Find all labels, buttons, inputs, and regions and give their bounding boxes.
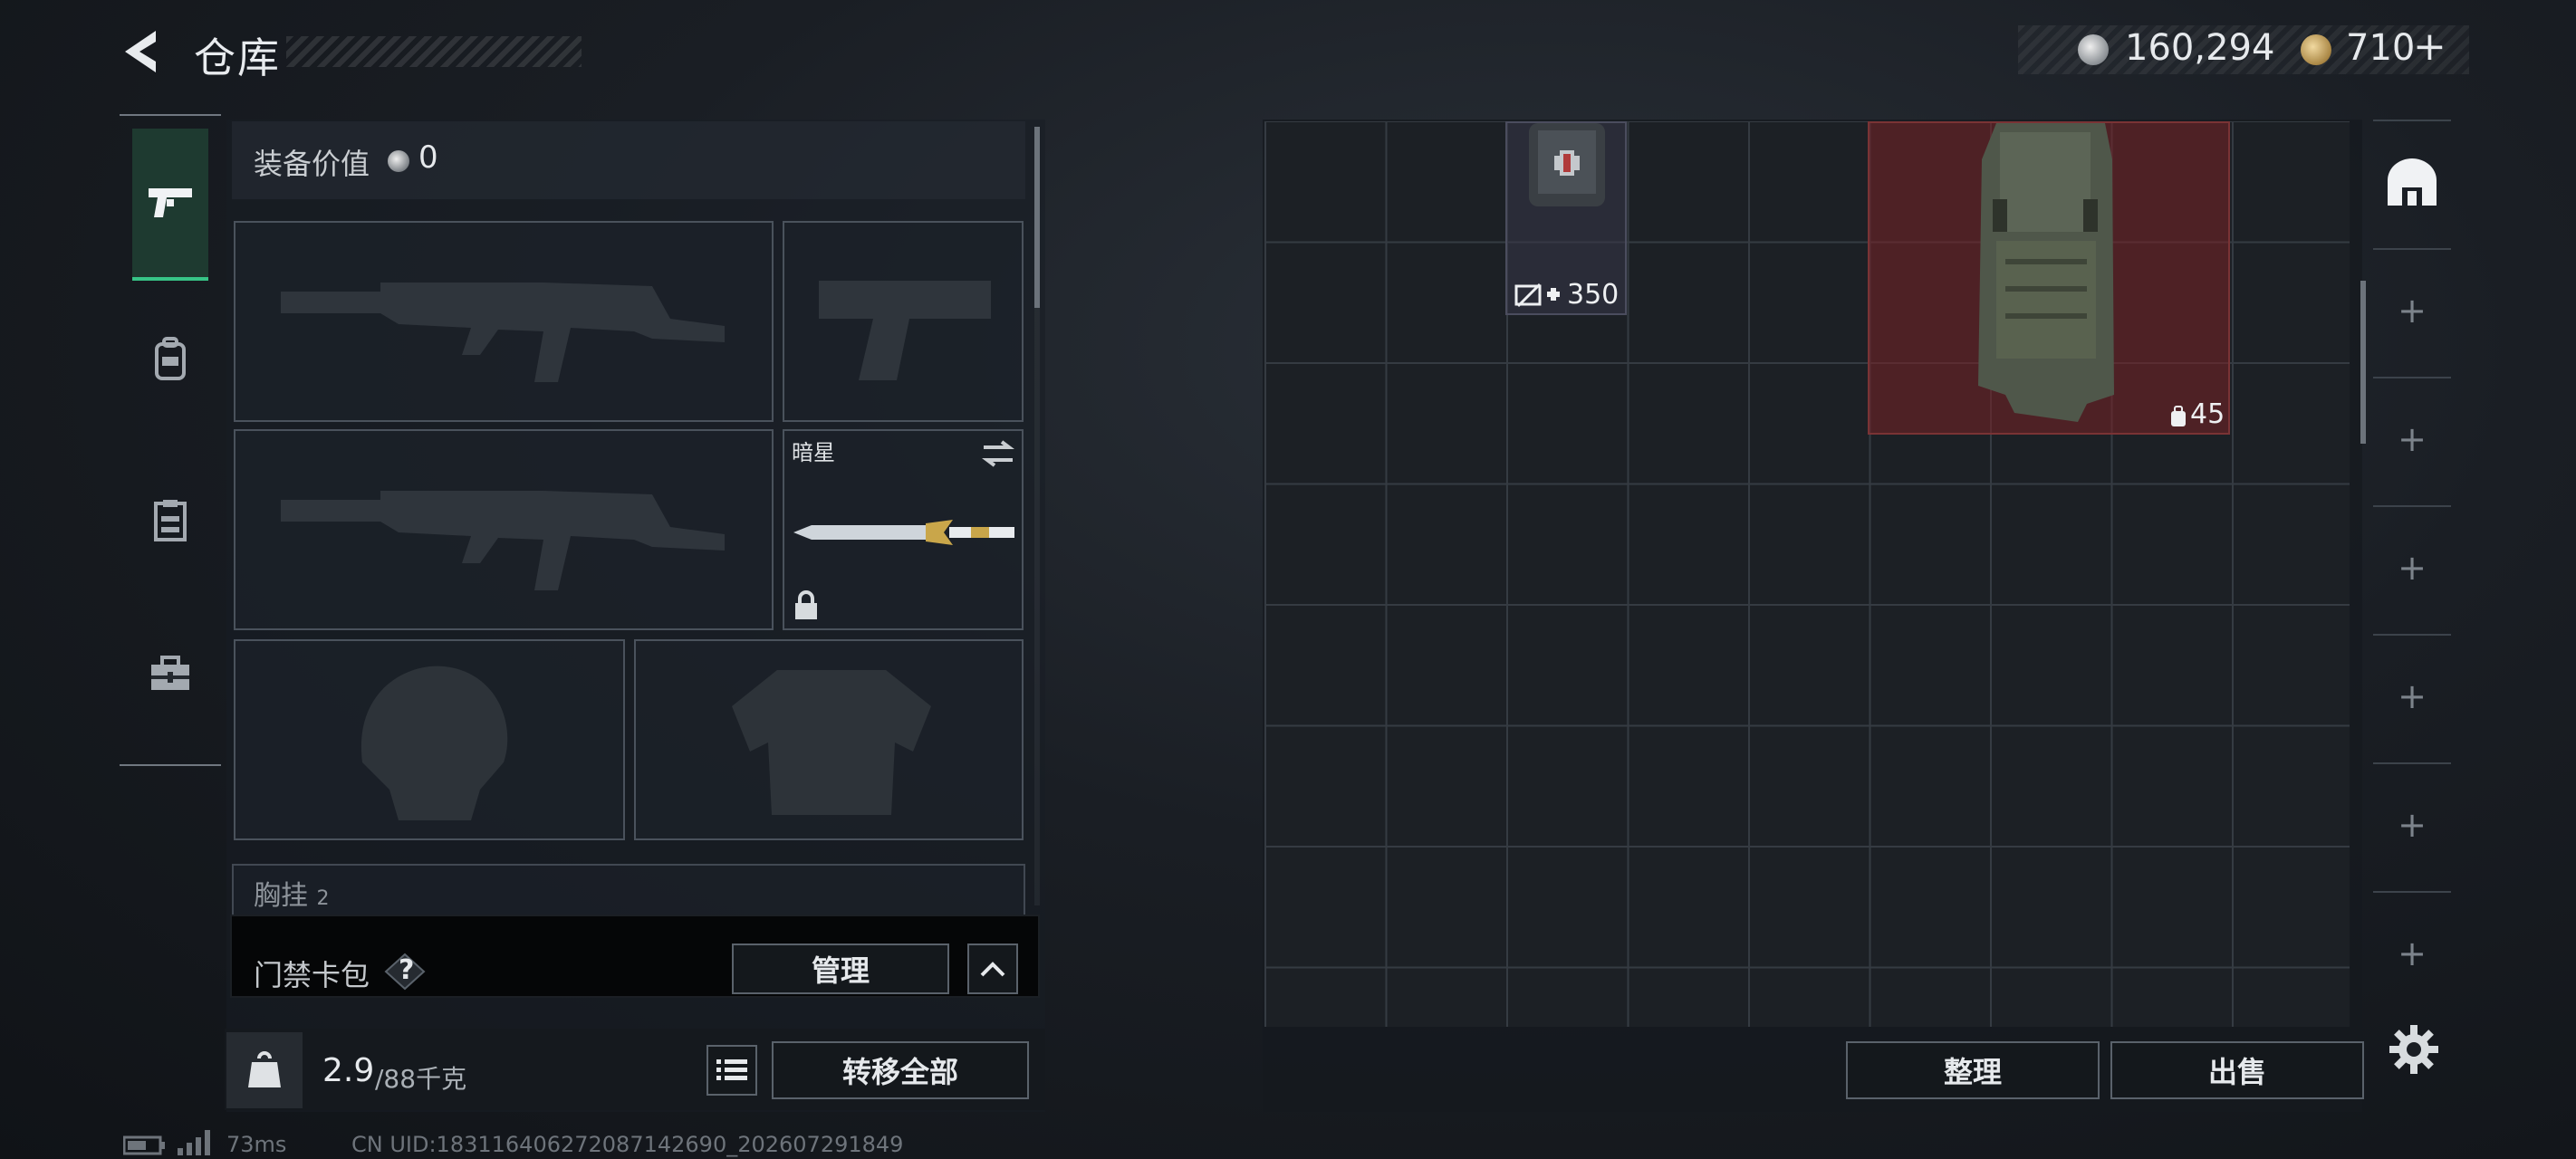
add-stash-page-button[interactable]: + <box>2373 505 2451 628</box>
sell-button[interactable]: 出售 <box>2110 1041 2364 1099</box>
primary-weapon-slot[interactable] <box>234 221 774 422</box>
add-stash-page-button[interactable]: + <box>2373 248 2451 371</box>
weight-icon <box>248 1051 281 1087</box>
ping-text: 73ms <box>226 1132 287 1157</box>
battery-icon <box>123 1135 165 1155</box>
title-decoration <box>286 36 582 67</box>
silver-currency-amount: 160,294 <box>2125 27 2275 69</box>
equipment-value: 0 <box>418 139 438 176</box>
melee-name: 暗星 <box>792 440 835 465</box>
toolbox-icon <box>151 656 189 690</box>
gold-coin-icon <box>2301 34 2331 65</box>
sidearm-slot[interactable] <box>783 221 1024 422</box>
weight-max: /88千克 <box>375 1064 467 1094</box>
backpack-icon <box>155 337 186 380</box>
tab-weapon[interactable] <box>132 129 208 281</box>
list-icon <box>716 1059 747 1080</box>
silver-coin-icon <box>388 150 409 172</box>
add-stash-page-button[interactable]: + <box>2373 891 2451 1014</box>
gold-currency-amount: 710 <box>2346 27 2416 69</box>
gear-icon <box>2389 1025 2438 1074</box>
secondary-weapon-slot[interactable] <box>234 429 774 630</box>
medkit-icon <box>1529 123 1605 206</box>
knife-icon <box>793 520 1014 545</box>
stash-page-main[interactable] <box>2373 120 2451 243</box>
chest-rig-label: 胸挂 2 <box>254 880 330 912</box>
melee-slot[interactable]: 暗星 <box>783 429 1024 630</box>
heal-icon <box>1514 283 1560 308</box>
helmet-silhouette-icon <box>360 666 508 820</box>
chest-rig-icon <box>154 500 187 541</box>
uid-text: CN UID:183116406272087142690_20260729184… <box>351 1132 904 1157</box>
chest-rig-row[interactable] <box>232 864 1025 918</box>
swap-icon[interactable] <box>980 438 1016 469</box>
armor-silhouette-icon <box>732 670 931 815</box>
add-stash-page-button[interactable]: + <box>2373 377 2451 500</box>
stash-rail-scroll-thumb[interactable] <box>2360 281 2366 444</box>
weight-current: 2.9 <box>322 1052 375 1089</box>
tab-toolbox[interactable] <box>132 598 208 750</box>
back-arrow-icon <box>125 31 156 72</box>
lock-icon <box>795 590 817 619</box>
pistol-silhouette-icon <box>819 281 991 380</box>
tab-backpack[interactable] <box>132 283 208 435</box>
add-stash-page-button[interactable]: + <box>2373 762 2451 886</box>
keycard-label: 门禁卡包 <box>254 958 370 992</box>
stash-page-rail: + + + + + + <box>2366 120 2455 1025</box>
pistol-icon <box>149 188 192 217</box>
helmet-slot[interactable] <box>234 639 625 840</box>
category-tabs <box>120 114 221 766</box>
add-currency-button[interactable]: + <box>2413 24 2446 70</box>
collapse-button[interactable] <box>967 943 1018 994</box>
sort-button[interactable]: 整理 <box>1846 1041 2100 1099</box>
transfer-all-button[interactable]: 转移全部 <box>772 1041 1029 1099</box>
rifle-silhouette-icon <box>281 283 725 382</box>
rifle-silhouette-icon <box>281 491 725 590</box>
backpack-capacity: 45 <box>2190 398 2225 430</box>
warehouse-icon <box>2388 158 2437 206</box>
signal-icon <box>178 1130 210 1155</box>
add-stash-page-button[interactable]: + <box>2373 634 2451 757</box>
chevron-up-icon <box>980 962 1005 977</box>
equipment-value-label: 装备价值 <box>254 147 370 181</box>
medkit-item[interactable]: 350 <box>1505 121 1627 315</box>
equipment-scroll-thumb[interactable] <box>1034 127 1040 308</box>
back-button[interactable] <box>120 27 165 76</box>
help-button[interactable]: ? <box>384 953 426 991</box>
page-title: 仓库 <box>194 34 281 82</box>
armor-slot[interactable] <box>634 639 1024 840</box>
tab-chest-rig[interactable] <box>132 444 208 596</box>
backpack-capacity-icon <box>2171 406 2186 426</box>
list-view-button[interactable] <box>706 1045 757 1096</box>
tactical-backpack-icon <box>1978 123 2114 422</box>
manage-button[interactable]: 管理 <box>732 943 949 994</box>
weight-icon-box <box>226 1032 303 1108</box>
settings-button[interactable] <box>2388 1023 2440 1076</box>
silver-coin-icon <box>2078 34 2109 65</box>
backpack-item[interactable]: 45 <box>1868 121 2230 435</box>
medkit-count: 350 <box>1567 279 1620 311</box>
